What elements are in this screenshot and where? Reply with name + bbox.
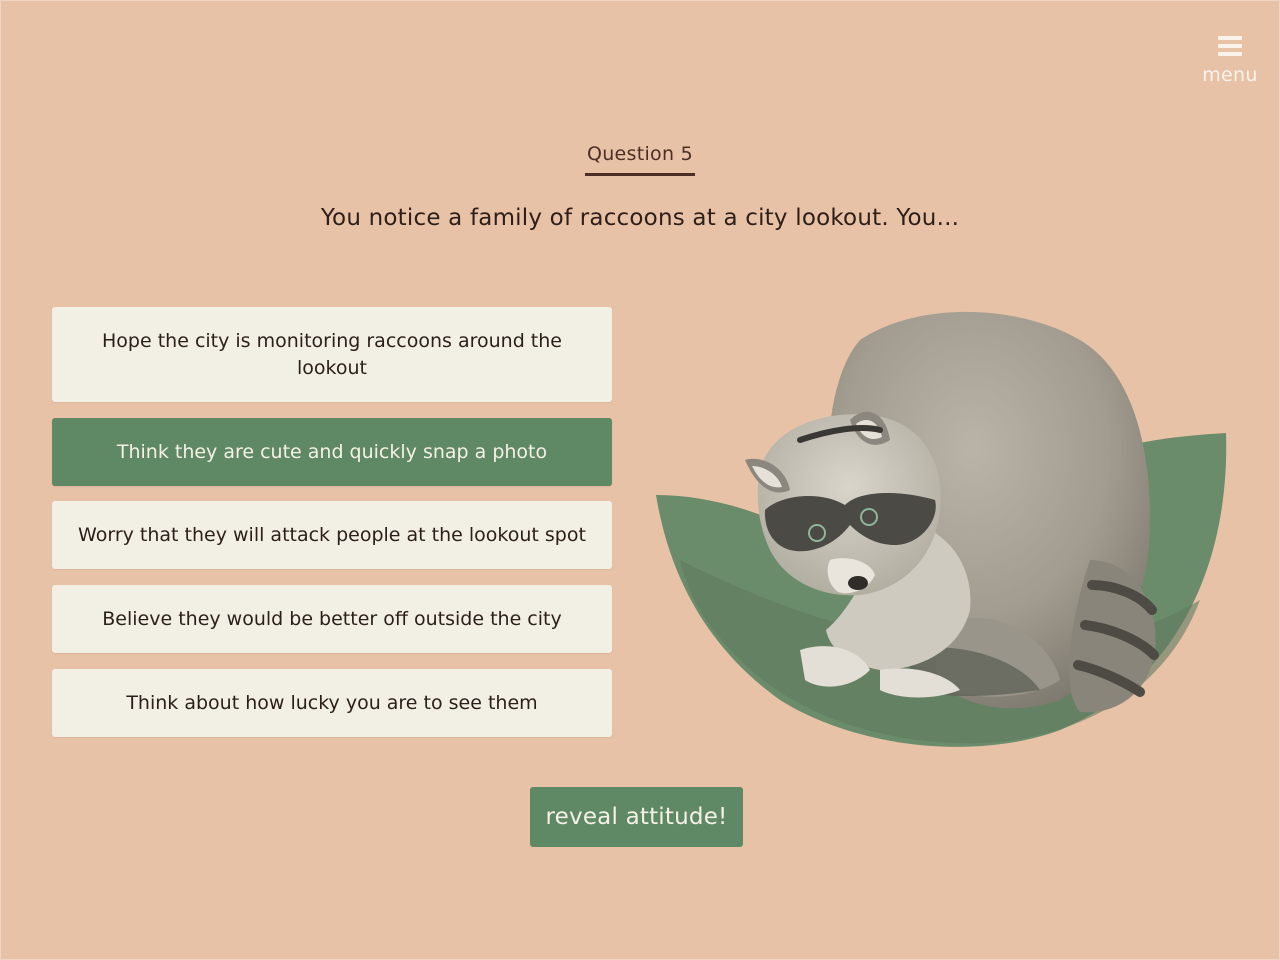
hamburger-icon: [1218, 36, 1242, 58]
answer-option-2[interactable]: Think they are cute and quickly snap a p…: [52, 418, 612, 486]
question-number: Question 5: [0, 143, 1280, 176]
answer-option-label: Hope the city is monitoring raccoons aro…: [102, 329, 562, 379]
menu-button[interactable]: menu: [1198, 34, 1262, 86]
reveal-attitude-button[interactable]: reveal attitude!: [530, 787, 743, 847]
question-number-label: Question 5: [584, 143, 696, 176]
answer-option-label: Worry that they will attack people at th…: [78, 523, 586, 546]
raccoon-illustration: [656, 311, 1227, 747]
answer-option-label: Think they are cute and quickly snap a p…: [116, 440, 548, 463]
answer-option-label: Think about how lucky you are to see the…: [126, 691, 538, 714]
answer-option-4[interactable]: Believe they would be better off outside…: [52, 585, 612, 653]
answer-option-5[interactable]: Think about how lucky you are to see the…: [52, 669, 612, 737]
raccoon-nose: [848, 576, 868, 590]
answer-option-label: Believe they would be better off outside…: [102, 607, 562, 630]
answer-option-1[interactable]: Hope the city is monitoring raccoons aro…: [52, 307, 612, 402]
menu-label: menu: [1202, 64, 1258, 86]
question-text: You notice a family of raccoons at a cit…: [320, 205, 960, 231]
answer-option-3[interactable]: Worry that they will attack people at th…: [52, 501, 612, 569]
